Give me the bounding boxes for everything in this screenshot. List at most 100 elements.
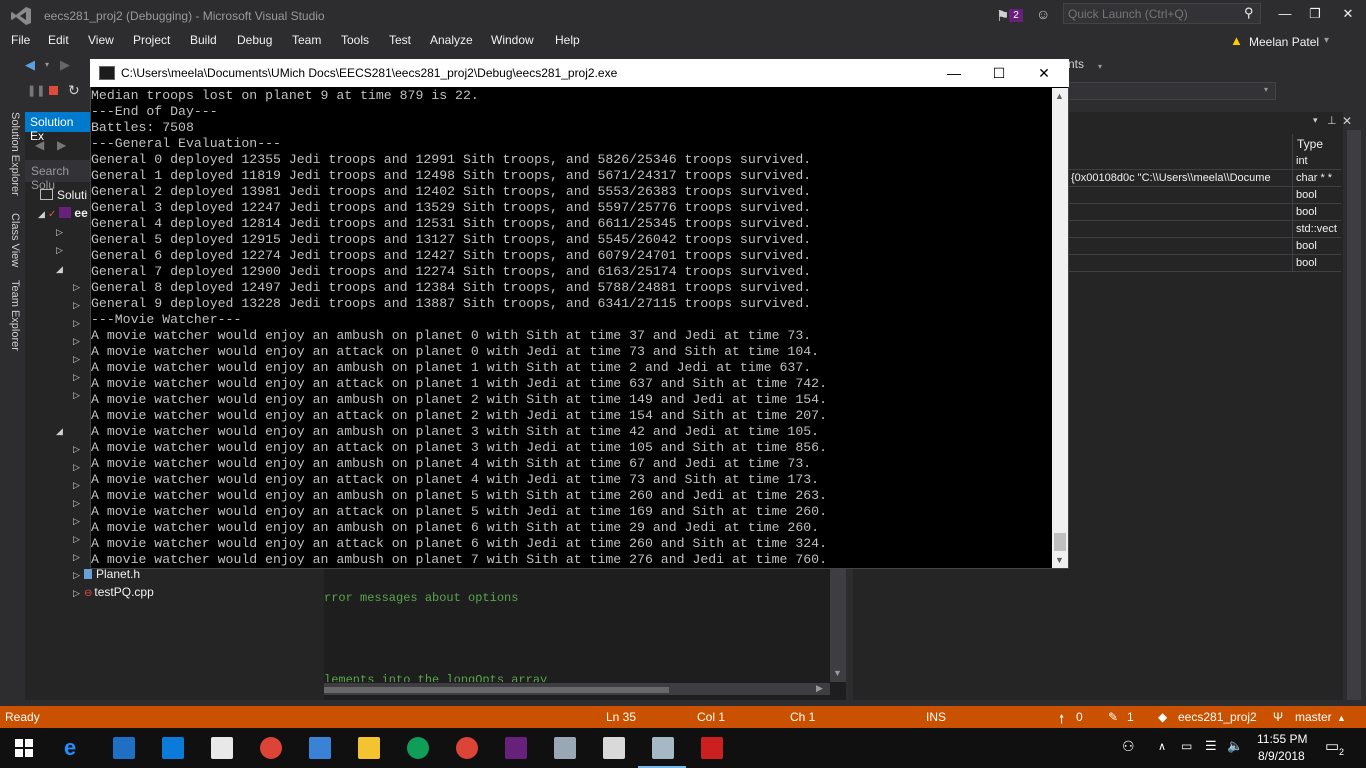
menu-project[interactable]: Project	[133, 33, 170, 47]
collapse-arrow-icon[interactable]: ▷	[73, 354, 80, 365]
restart-icon[interactable]: ↻	[68, 82, 80, 99]
menu-test[interactable]: Test	[389, 33, 411, 47]
expand-arrow-icon[interactable]: ◢	[56, 426, 63, 437]
menu-help[interactable]: Help	[555, 33, 580, 47]
taskbar-date[interactable]: 8/9/2018	[1258, 749, 1305, 763]
chevron-down-icon[interactable]: ▾	[45, 60, 49, 69]
scroll-up-icon[interactable]: ▲	[1055, 91, 1064, 101]
locals-column-type[interactable]: Type	[1297, 137, 1323, 151]
scroll-down-icon[interactable]: ▼	[1055, 555, 1064, 565]
pause-icon[interactable]: ❚❚	[27, 84, 45, 97]
scroll-down-icon[interactable]: ▼	[833, 668, 842, 678]
minimize-button[interactable]: —	[1270, 4, 1300, 24]
chevron-down-icon[interactable]: ▾	[1324, 35, 1329, 46]
solution-explorer-header[interactable]: Solution Ex	[25, 112, 91, 143]
collapse-arrow-icon[interactable]: ▷	[73, 516, 80, 527]
volume-icon[interactable]: 🔈	[1227, 738, 1243, 754]
chevron-up-icon[interactable]: ∧	[1158, 740, 1166, 753]
close-icon[interactable]: ✕	[1342, 114, 1352, 128]
back-icon[interactable]: ◀	[25, 57, 35, 73]
visual-studio-icon[interactable]	[505, 737, 527, 759]
menu-tools[interactable]: Tools	[341, 33, 369, 47]
tree-item-project[interactable]: ✓ ee	[48, 206, 88, 220]
notifications-flag-icon[interactable]: ⚑	[996, 7, 1009, 25]
chevron-down-icon[interactable]: ▾	[1264, 85, 1268, 94]
notification-count[interactable]: 2	[1339, 747, 1345, 757]
collapse-arrow-icon[interactable]: ▷	[56, 245, 63, 256]
collapse-arrow-icon[interactable]: ▷	[73, 534, 80, 545]
menu-view[interactable]: View	[88, 33, 114, 47]
wifi-icon[interactable]: ☰	[1205, 738, 1217, 754]
tree-item-solution[interactable]: Soluti	[40, 188, 87, 202]
acrobat-icon[interactable]	[701, 737, 723, 759]
notification-count-badge[interactable]: 2	[1009, 9, 1023, 22]
collapse-arrow-icon[interactable]: ▷	[73, 444, 80, 455]
close-button[interactable]: ✕	[1333, 4, 1363, 24]
tree-item-planet-h[interactable]: Planet.h	[84, 567, 140, 581]
calculator-icon[interactable]	[309, 737, 331, 759]
status-edit-count[interactable]: 1	[1127, 710, 1134, 724]
tab-class-view[interactable]: Class View	[3, 213, 21, 267]
expand-arrow-icon[interactable]: ◢	[38, 209, 45, 220]
menu-team[interactable]: Team	[292, 33, 321, 47]
collapse-arrow-icon[interactable]: ▷	[73, 318, 80, 329]
mail-icon[interactable]	[211, 737, 233, 759]
search-icon[interactable]: ⚲	[1244, 5, 1254, 21]
battery-icon[interactable]: ▭	[1181, 739, 1192, 753]
collapse-arrow-icon[interactable]: ▷	[73, 300, 80, 311]
pencil-icon[interactable]: ✎	[1108, 710, 1118, 724]
console-output[interactable]: Median troops lost on planet 9 at time 8…	[91, 88, 1053, 568]
menu-analyze[interactable]: Analyze	[430, 33, 473, 47]
status-branch[interactable]: master	[1295, 710, 1332, 724]
store-icon[interactable]	[113, 737, 135, 759]
user-account[interactable]: Meelan Patel	[1249, 35, 1319, 49]
tab-team-explorer[interactable]: Team Explorer	[3, 280, 21, 351]
maximize-button[interactable]: ❐	[1300, 4, 1330, 24]
chevron-up-icon[interactable]: ▲	[1337, 713, 1346, 723]
chevron-down-icon[interactable]: ▾	[1098, 62, 1102, 71]
chrome-icon[interactable]	[407, 737, 429, 759]
scroll-right-icon[interactable]: ▶	[816, 683, 823, 694]
feedback-icon[interactable]: ☺	[1036, 6, 1050, 22]
action-center-icon[interactable]: ▭	[1325, 737, 1339, 755]
collapse-arrow-icon[interactable]: ▷	[73, 390, 80, 401]
forward-icon[interactable]: ▶	[57, 138, 66, 152]
back-icon[interactable]: ◀	[35, 138, 44, 152]
collapse-arrow-icon[interactable]: ▷	[73, 336, 80, 347]
forward-icon[interactable]: ▶	[60, 57, 70, 73]
collapse-arrow-icon[interactable]: ▷	[73, 480, 80, 491]
people-icon[interactable]: ⚇	[1122, 738, 1135, 755]
locals-vertical-scrollbar[interactable]	[1347, 130, 1361, 700]
collapse-arrow-icon[interactable]: ▷	[56, 227, 63, 238]
stop-icon[interactable]	[49, 86, 58, 95]
taskbar-time[interactable]: 11:55 PM	[1257, 732, 1307, 746]
status-project[interactable]: eecs281_proj2	[1178, 710, 1257, 724]
file-explorer-icon[interactable]	[358, 737, 380, 759]
repo-icon[interactable]: ◆	[1158, 710, 1167, 724]
pin-icon[interactable]: ⊥	[1327, 114, 1337, 127]
console-vertical-scrollbar[interactable]	[1052, 88, 1068, 568]
collapse-arrow-icon[interactable]: ▷	[73, 498, 80, 509]
menu-debug[interactable]: Debug	[237, 33, 272, 47]
chrome-icon[interactable]	[260, 737, 282, 759]
console-taskbar-icon[interactable]	[652, 737, 674, 759]
photos-icon[interactable]	[603, 737, 625, 759]
collapse-arrow-icon[interactable]: ▷	[73, 282, 80, 293]
editor-horizontal-scroll-thumb[interactable]	[324, 687, 669, 693]
tree-item-testpq-cpp[interactable]: ⊖ testPQ.cpp	[84, 585, 154, 599]
solution-search-input[interactable]: Search Solu	[25, 160, 91, 192]
warning-icon[interactable]: ▲	[1230, 33, 1243, 48]
collapse-arrow-icon[interactable]: ▷	[73, 588, 80, 599]
windows-start-icon[interactable]	[15, 739, 33, 757]
menu-build[interactable]: Build	[190, 33, 217, 47]
chrome-icon[interactable]	[456, 737, 478, 759]
task-manager-icon[interactable]	[554, 737, 576, 759]
expand-arrow-icon[interactable]: ◢	[56, 264, 63, 275]
branch-icon[interactable]: Ψ	[1273, 710, 1283, 724]
editor-vertical-scrollbar[interactable]	[830, 565, 846, 682]
console-minimize-button[interactable]: —	[932, 61, 976, 85]
locals-dropdown[interactable]	[1068, 82, 1276, 100]
chevron-down-icon[interactable]: ▾	[1313, 115, 1318, 126]
console-maximize-button[interactable]: ☐	[977, 61, 1021, 85]
menu-window[interactable]: Window	[491, 33, 534, 47]
